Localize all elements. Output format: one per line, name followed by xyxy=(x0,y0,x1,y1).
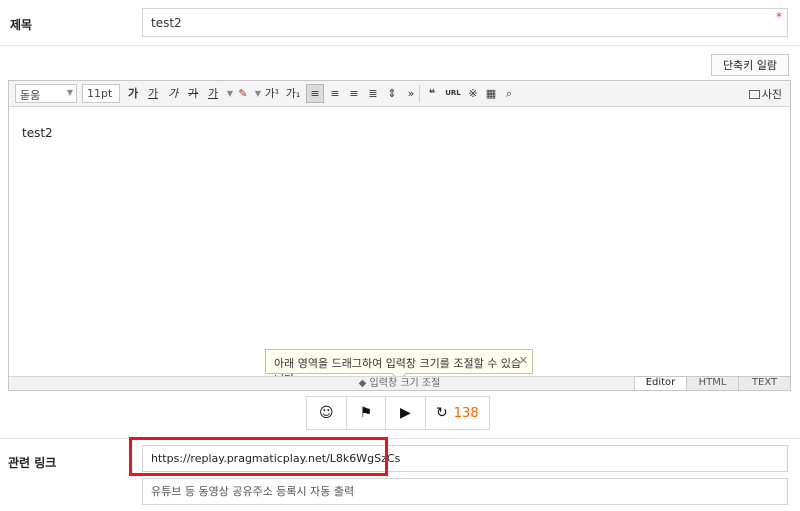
bold-button[interactable]: 가 xyxy=(124,84,142,103)
text-color-button[interactable]: 가 xyxy=(204,84,222,103)
font-size-select[interactable]: 11pt xyxy=(82,84,120,103)
video-icon[interactable]: ▶ xyxy=(386,397,426,429)
media-toolbar: ☺ ⚑ ▶ ↻ 138 xyxy=(306,396,490,430)
related-link-input[interactable] xyxy=(142,445,788,472)
toolbar-divider xyxy=(419,85,420,102)
editor-content-area[interactable]: test2 xyxy=(9,108,790,375)
editor-toolbar: 돋움 ▼ 11pt 가 가 가 가 가 ▼ ✎ ▼ 가¹ 가₁ ≡ ≡ ≡ ≣ … xyxy=(9,81,790,107)
chevron-down-icon: ▼ xyxy=(66,88,73,97)
tab-html[interactable]: HTML xyxy=(686,376,738,390)
font-size-value: 11pt xyxy=(87,87,113,100)
align-center-icon[interactable]: ≡ xyxy=(326,84,344,103)
resize-handle-label: ◆ 입력창 크기 조절 xyxy=(358,378,441,389)
emoticon-icon[interactable]: ☺ xyxy=(307,397,347,429)
underline-button[interactable]: 가 xyxy=(144,84,162,103)
superscript-button[interactable]: 가¹ xyxy=(262,84,282,103)
quote-icon[interactable]: ❝ xyxy=(423,84,441,103)
refresh-icon: ↻ xyxy=(436,405,448,421)
font-family-value: 돋움 xyxy=(20,89,41,102)
subscript-button[interactable]: 가₁ xyxy=(283,84,303,103)
resize-tooltip: 아래 영역을 드래그하여 입력창 크기를 조절할 수 있습니다. ✕ xyxy=(265,349,533,386)
photo-upload-button[interactable]: 사진 xyxy=(748,86,782,102)
align-right-icon[interactable]: ≡ xyxy=(345,84,363,103)
title-row: 제목 * xyxy=(0,0,800,46)
align-left-icon[interactable]: ≡ xyxy=(306,84,324,103)
section-divider xyxy=(0,438,800,439)
align-justify-icon[interactable]: ≣ xyxy=(364,84,382,103)
image-icon xyxy=(748,90,760,99)
title-label: 제목 xyxy=(10,18,33,32)
refresh-button[interactable]: ↻ 138 xyxy=(426,397,489,429)
title-input[interactable] xyxy=(142,8,788,37)
tab-text[interactable]: TEXT xyxy=(738,376,790,390)
more-tools-icon[interactable]: » xyxy=(402,84,420,103)
shortcut-list-button[interactable]: 단축키 일람 xyxy=(711,54,789,76)
related-link-label: 관련 링크 xyxy=(8,456,57,470)
editor-mode-tabs: Editor HTML TEXT xyxy=(634,376,790,390)
rich-text-editor: 돋움 ▼ 11pt 가 가 가 가 가 ▼ ✎ ▼ 가¹ 가₁ ≡ ≡ ≡ ≣ … xyxy=(8,80,791,391)
editor-content: test2 xyxy=(22,126,53,140)
search-icon[interactable]: ⌕ xyxy=(500,84,518,103)
url-link-button[interactable]: URL xyxy=(443,84,463,103)
line-height-icon[interactable]: ⇕ xyxy=(383,84,401,103)
tab-editor[interactable]: Editor xyxy=(634,376,686,390)
table-icon[interactable]: ▦ xyxy=(482,84,500,103)
refresh-count: 138 xyxy=(453,405,479,421)
close-icon[interactable]: ✕ xyxy=(519,354,528,367)
font-family-select[interactable]: 돋움 ▼ xyxy=(15,84,77,103)
video-url-input[interactable] xyxy=(142,478,788,505)
special-char-icon[interactable]: ※ xyxy=(464,84,482,103)
photo-label: 사진 xyxy=(761,88,782,101)
required-mark: * xyxy=(776,10,782,24)
flag-icon[interactable]: ⚑ xyxy=(347,397,387,429)
strikethrough-button[interactable]: 가 xyxy=(184,84,202,103)
italic-button[interactable]: 가 xyxy=(164,84,182,103)
